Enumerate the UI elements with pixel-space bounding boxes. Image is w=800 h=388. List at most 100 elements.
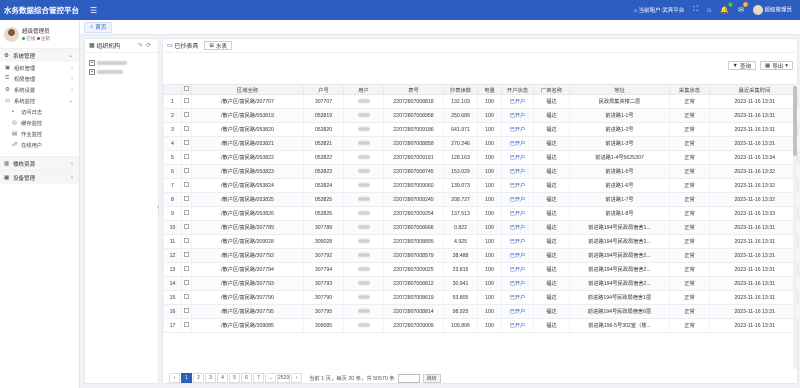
row-checkbox[interactable] [181,276,192,291]
table-cell[interactable]: 已开户 [501,262,534,277]
column-header[interactable]: 采集状态 [669,84,710,95]
query-button[interactable]: ▼ 查询 [727,61,757,70]
expand-icon[interactable]: + [89,68,95,75]
table-row[interactable]: 4/散户区/富民路/053821 053821 22072807008858 270.… [163,136,799,151]
table-cell[interactable]: 已开户 [501,136,534,151]
jump-page-input[interactable] [397,373,420,383]
row-checkbox[interactable] [181,122,192,137]
column-header[interactable]: 抄表读数 [443,84,478,95]
jump-button[interactable]: 跳转 [422,373,441,383]
menu-sys-settings[interactable]: ⚙ 系统设置 ‹ [0,84,79,95]
export-button[interactable]: ▦ 导出 ▾ [760,61,793,70]
fullscreen-icon[interactable]: ⛶ [693,6,698,14]
table-cell[interactable]: 已开户 [501,276,534,291]
table-row[interactable]: 7/散户区/富民路/053824 053824 22072807009060 139.… [163,178,799,193]
row-checkbox[interactable] [181,304,192,319]
row-checkbox[interactable] [181,150,192,165]
table-row[interactable]: 11/散户区/富民路/309028 309028 22072807008895 4.9… [163,234,799,249]
hamburger-icon[interactable]: ☰ [90,6,100,15]
menu-cache-monitor[interactable]: ◎ 缓存监控 [0,117,79,128]
tab-home[interactable]: ⌂ 首页 [84,21,113,33]
page-button[interactable]: 7 [253,373,264,383]
page-button[interactable]: 1 [181,373,192,383]
row-checkbox[interactable] [181,178,192,193]
column-header[interactable]: 用户 [343,84,384,95]
table-row[interactable]: 12/散户区/富民路/307792 307792 22072807008579 38.… [163,248,799,263]
table-cell[interactable]: 已开户 [501,206,534,221]
column-header[interactable]: 表号 [383,84,444,95]
menu-online-users[interactable]: ☍ 在线用户 [0,139,79,150]
table-cell[interactable]: 已开户 [501,164,534,179]
page-button[interactable]: 6 [241,373,252,383]
row-checkbox[interactable] [181,290,192,305]
table-cell[interactable]: 已开户 [501,318,534,333]
table-cell[interactable]: 已开户 [501,178,534,193]
user-menu[interactable]: 超级管理员 [752,5,792,15]
page-button[interactable]: 2529 [277,373,291,383]
select-all-checkbox[interactable] [181,84,192,95]
column-header[interactable]: 户号 [303,84,344,95]
status-logout[interactable]: 注销 [41,36,50,41]
water-meter-button[interactable]: ⊞ 水表 [204,41,232,50]
scroll-thumb[interactable] [793,86,797,156]
home-icon[interactable]: ⌂ [707,7,711,14]
menu-job-monitor[interactable]: ▤ 作业监控 [0,128,79,139]
row-checkbox[interactable] [181,248,192,263]
table-row[interactable]: 10/散户区/富民路/307789 307789 22072807008666 0.8… [163,220,799,235]
table-row[interactable]: 8/散户区/富民路/053825 053825 22072807009245 208.… [163,192,799,207]
row-checkbox[interactable] [181,318,192,333]
mail-icon[interactable]: ✉ 5 [738,2,748,14]
menu-sys-monitor[interactable]: ▭ 系统监控 ⌄ [0,95,79,106]
table-row[interactable]: 9/散户区/富民路/053826 053826 22072807009254 137.… [163,206,799,221]
column-header[interactable]: 最近采集时间 [709,84,799,95]
row-checkbox[interactable] [181,164,192,179]
page-button[interactable]: ... [265,373,276,383]
table-cell[interactable]: 已开户 [501,122,534,137]
table-row[interactable]: 17/散户区/富民路/309085 309085 22072807009009 109… [163,318,799,333]
row-checkbox[interactable] [181,192,192,207]
table-row[interactable]: 13/散户区/富民路/307794 307794 22072807009025 23.… [163,262,799,277]
table-row[interactable]: 5/散户区/富民路/053822 053822 22072807009191 128.… [163,150,799,165]
table-row[interactable]: 16/散户区/富民路/307795 307795 22072807008814 98.… [163,304,799,319]
table-cell[interactable]: 已开户 [501,290,534,305]
menu-system-mgmt[interactable]: ⚙ 系统管理 ⌄ [0,48,79,62]
table-cell[interactable]: 已开户 [501,234,534,249]
edit-icon[interactable]: ✎ [138,43,146,49]
table-cell[interactable]: 已开户 [501,150,534,165]
column-header[interactable]: 电量 [477,84,502,95]
prev-page-button[interactable]: ‹ [169,373,180,383]
table-row[interactable]: 6/散户区/富民路/053823 053823 22072807008745 153.… [163,164,799,179]
column-header[interactable]: 开户状态 [501,84,534,95]
row-checkbox[interactable] [181,108,192,123]
row-checkbox[interactable] [181,220,192,235]
table-row[interactable]: 1/散户区/富民路/307707 307707 22072807008818 132.… [163,94,799,109]
table-cell[interactable]: 已开户 [501,94,534,109]
row-checkbox[interactable] [181,94,192,109]
page-button[interactable]: 3 [205,373,216,383]
page-button[interactable]: 2 [193,373,204,383]
row-checkbox[interactable] [181,136,192,151]
collapse-handle-icon[interactable]: ‹ [157,205,159,211]
table-cell[interactable]: 已开户 [501,304,534,319]
menu-access-log[interactable]: ▪ 访问日志 [0,106,79,117]
table-row[interactable]: 2/散户区/富民路/053819 053819 22072807008958 250.… [163,108,799,123]
refresh-icon[interactable]: ⟳ [146,43,154,49]
menu-org-mgmt[interactable]: ▣ 组织管理 ‹ [0,62,79,73]
page-button[interactable]: 4 [217,373,228,383]
tree-node[interactable]: + [89,67,154,76]
table-cell[interactable]: 已开户 [501,220,534,235]
menu-perm-mgmt[interactable]: ⚿ 权限管理 ‹ [0,73,79,84]
menu-building[interactable]: ▥ 楼栋资源 ‹ [0,156,79,170]
page-button[interactable]: 5 [229,373,240,383]
table-row[interactable]: 3/散户区/富民路/053820 053820 22072807009186 641.… [163,122,799,137]
column-header[interactable]: 区域全称 [191,84,304,95]
column-header[interactable]: 厂商名称 [533,84,570,95]
table-cell[interactable]: 已开户 [501,248,534,263]
row-checkbox[interactable] [181,262,192,277]
bell-icon[interactable]: 🔔 1 [720,2,734,14]
row-checkbox[interactable] [181,234,192,249]
table-cell[interactable]: 已开户 [501,108,534,123]
table-row[interactable]: 15/散户区/富民路/307790 307790 22072807008619 53.… [163,290,799,305]
tenant-info[interactable]: ⌂ 当前租户:武宾平台 [634,6,684,14]
table-row[interactable]: 14/散户区/富民路/307793 307793 22072807008812 30.… [163,276,799,291]
